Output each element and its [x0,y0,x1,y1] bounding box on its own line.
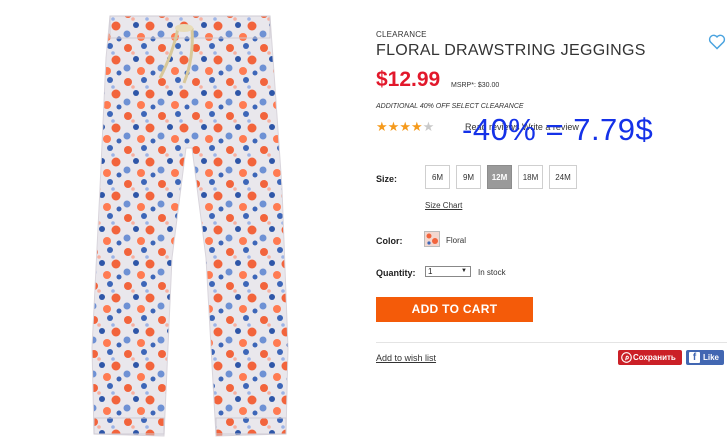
floral-swatch-icon [425,232,439,246]
size-option-9m[interactable]: 9M [456,165,481,189]
product-image [91,15,289,437]
msrp-price: MSRP*: $30.00 [451,82,500,89]
dropdown-caret-icon: ▼ [461,268,467,274]
size-option-12m[interactable]: 12M [487,165,512,189]
star-icon: ★ [387,119,400,134]
facebook-label: Like [703,353,720,362]
quantity-label: Quantity: [376,268,416,278]
star-icon: ★ [376,119,388,134]
add-to-cart-button[interactable]: ADD TO CART [376,297,533,322]
product-price: $12.99 [376,68,441,91]
size-label: Size: [376,174,398,184]
size-option-18m[interactable]: 18M [518,165,543,189]
clearance-eyebrow: CLEARANCE [376,30,427,39]
pinterest-icon [621,352,632,363]
quantity-value: 1 [428,267,433,276]
heart-icon[interactable] [708,34,726,50]
star-icon: ★ [410,119,423,134]
promo-text: ADDITIONAL 40% OFF SELECT CLEARANCE [376,103,524,110]
rating-stars[interactable]: ★★★★★ [376,119,434,135]
star-icon: ★ [399,119,411,134]
facebook-like-button[interactable]: f Like [686,350,724,365]
pinterest-label: Сохранить [633,353,676,362]
quantity-select[interactable]: 1 ▼ [425,266,471,277]
add-to-wishlist-link[interactable]: Add to wish list [376,353,436,363]
color-swatch-floral[interactable] [424,231,440,247]
facebook-icon: f [689,352,700,363]
size-option-24m[interactable]: 24M [549,165,577,189]
size-chart-link[interactable]: Size Chart [425,201,462,210]
stock-status: In stock [478,268,506,277]
discount-overlay-text: -40% = 7.79$ [462,112,654,147]
color-name: Floral [446,236,467,245]
divider [376,342,727,343]
size-option-6m[interactable]: 6M [425,165,450,189]
star-icon: ★ [422,119,435,134]
product-title: FLORAL DRAWSTRING JEGGINGS [376,42,646,59]
color-label: Color: [376,236,403,246]
pinterest-save-button[interactable]: Сохранить [618,350,682,365]
